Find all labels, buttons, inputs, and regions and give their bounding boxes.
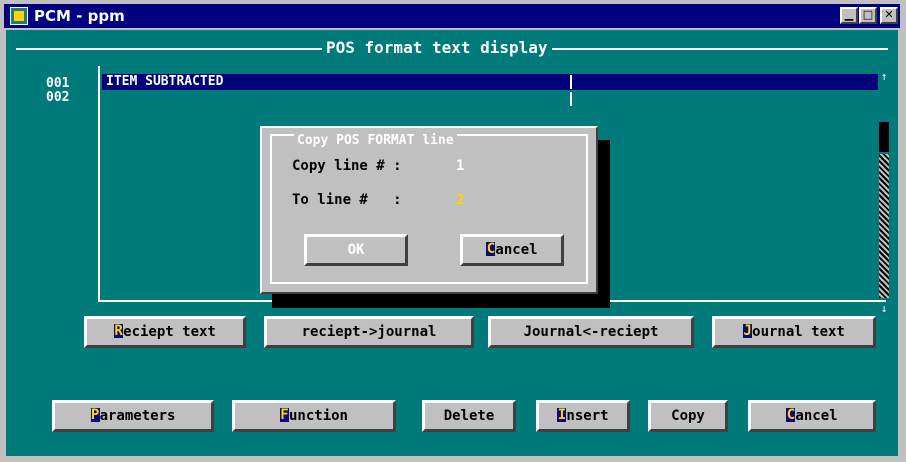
hotkey-marker: P xyxy=(90,406,100,423)
copy-line-dialog: Copy POS FORMAT line Copy line # : 1 To … xyxy=(260,126,598,294)
column-divider xyxy=(570,92,572,106)
frame-title: POS format text display xyxy=(322,38,552,58)
dialog-title: Copy POS FORMAT line xyxy=(294,133,457,149)
delete-button[interactable]: Delete xyxy=(422,400,516,432)
hotkey-marker: J xyxy=(743,322,753,339)
line-number: 002 xyxy=(46,90,70,105)
list-row-selected[interactable]: ITEM SUBTRACTED xyxy=(102,74,878,90)
app-window: PCM - ppm ▁ □ ✕ POS format text display … xyxy=(0,0,906,462)
scroll-thumb[interactable] xyxy=(879,122,889,152)
vertical-scrollbar[interactable]: ↑ ↓ xyxy=(878,70,890,315)
app-icon xyxy=(10,7,28,25)
button-label: Journal<-reciept xyxy=(523,324,659,340)
maximize-button[interactable]: □ xyxy=(859,7,877,24)
journal-from-reciept-button[interactable]: Journal<-reciept xyxy=(488,316,694,348)
button-label: nsert xyxy=(566,408,609,424)
cancel-button[interactable]: Cancel xyxy=(748,400,876,432)
button-label: eciept text xyxy=(123,324,216,340)
close-button[interactable]: ✕ xyxy=(880,7,898,24)
parameters-button[interactable]: Parameters xyxy=(52,400,214,432)
ok-button[interactable]: OK xyxy=(304,234,408,266)
to-line-label: To line # : xyxy=(292,192,402,208)
button-label: ancel xyxy=(495,242,538,258)
insert-button[interactable]: Insert xyxy=(536,400,630,432)
copy-button[interactable]: Copy xyxy=(648,400,728,432)
scroll-down-icon[interactable]: ↓ xyxy=(878,302,890,316)
button-label: ancel xyxy=(795,408,838,424)
button-label: arameters xyxy=(99,408,176,424)
reciept-text-button[interactable]: Reciept text xyxy=(84,316,246,348)
dialog-cancel-button[interactable]: Cancel xyxy=(460,234,564,266)
copy-line-label: Copy line # : xyxy=(292,158,402,174)
journal-text-button[interactable]: Journal text xyxy=(712,316,876,348)
button-label: reciept->journal xyxy=(301,324,437,340)
button-label: ournal text xyxy=(752,324,845,340)
scroll-up-icon[interactable]: ↑ xyxy=(878,70,890,84)
button-label: Delete xyxy=(443,408,495,424)
hotkey-marker: F xyxy=(279,406,289,423)
button-label: Copy xyxy=(671,408,705,424)
to-line-field[interactable]: 2 xyxy=(456,192,464,208)
copy-line-field[interactable]: 1 xyxy=(456,158,464,174)
scroll-track[interactable] xyxy=(879,154,889,298)
minimize-button[interactable]: ▁ xyxy=(840,7,858,24)
column-divider xyxy=(570,75,572,89)
title-bar[interactable]: PCM - ppm ▁ □ ✕ xyxy=(4,4,900,28)
line-number: 001 xyxy=(46,76,70,91)
reciept-to-journal-button[interactable]: reciept->journal xyxy=(264,316,474,348)
ok-button-label: OK xyxy=(347,242,365,258)
hotkey-marker: R xyxy=(114,322,124,339)
dos-screen: POS format text display 001 002 ITEM SUB… xyxy=(6,30,898,456)
button-label: unction xyxy=(288,408,348,424)
window-title: PCM - ppm xyxy=(34,7,125,25)
function-button[interactable]: Function xyxy=(232,400,396,432)
